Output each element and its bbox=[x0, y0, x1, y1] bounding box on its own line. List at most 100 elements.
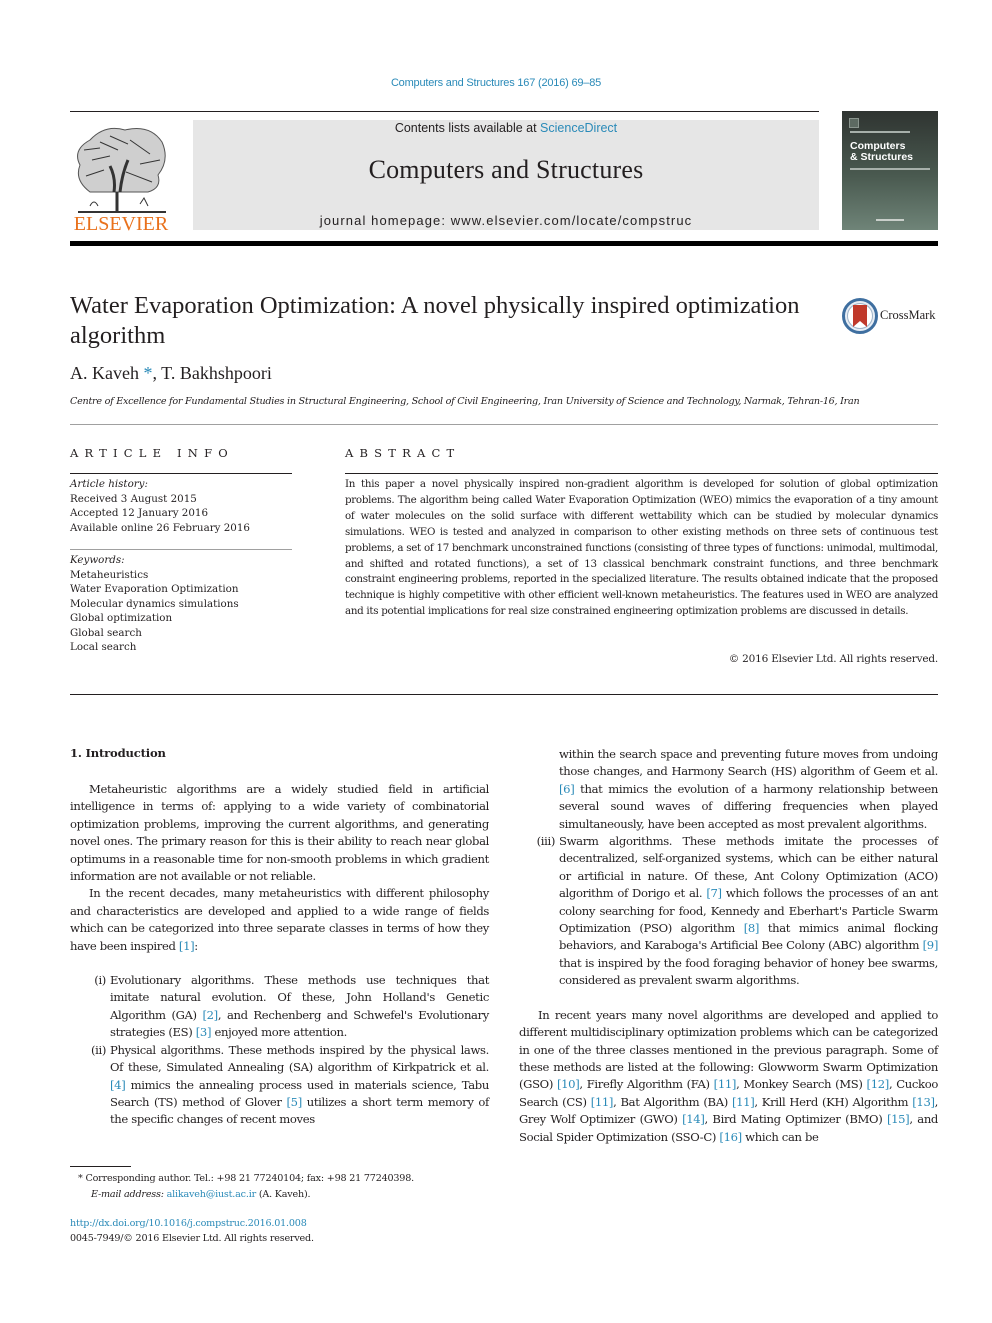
list-number: (ii) bbox=[90, 1042, 106, 1057]
email-link[interactable]: alikaveh@iust.ac.ir bbox=[167, 1189, 257, 1200]
text-segment: , Bird Mating Optimizer (BMO) bbox=[704, 1112, 887, 1127]
list-number: (iii) bbox=[536, 834, 556, 849]
keyword: Molecular dynamics simulations bbox=[70, 597, 239, 610]
contents-prefix: Contents lists available at bbox=[394, 121, 541, 135]
journal-homepage[interactable]: journal homepage: www.elsevier.com/locat… bbox=[193, 213, 819, 228]
divider bbox=[345, 473, 938, 474]
history-accepted: Accepted 12 January 2016 bbox=[70, 507, 209, 519]
issn-copyright: 0045-7949/© 2016 Elsevier Ltd. All right… bbox=[70, 1233, 314, 1244]
reference-link[interactable]: [9] bbox=[923, 938, 939, 952]
elsevier-tree-icon: ELSEVIER bbox=[74, 127, 169, 235]
article-info-heading: ARTICLE INFO bbox=[70, 446, 234, 460]
list-item-text: Swarm algorithms. These methods imitate … bbox=[559, 834, 938, 987]
doi-link[interactable]: http://dx.doi.org/10.1016/j.compstruc.20… bbox=[70, 1216, 314, 1231]
reference-link[interactable]: [4] bbox=[110, 1078, 126, 1092]
reference-link[interactable]: [2] bbox=[202, 1008, 218, 1022]
cover-logo-icon bbox=[849, 118, 859, 128]
reference-link[interactable]: [10] bbox=[557, 1077, 580, 1091]
divider bbox=[70, 694, 938, 695]
text-segment: , Krill Herd (KH) Algorithm bbox=[754, 1094, 913, 1109]
divider bbox=[70, 473, 292, 474]
paragraph: In recent years many novel algorithms ar… bbox=[519, 1007, 938, 1146]
cover-title-line2: & Structures bbox=[850, 151, 914, 163]
email-suffix: (A. Kaveh). bbox=[255, 1188, 311, 1200]
reference-link[interactable]: [15] bbox=[887, 1112, 910, 1126]
reference-link[interactable]: [14] bbox=[682, 1112, 705, 1126]
article-history: Article history: Received 3 August 2015 … bbox=[70, 477, 300, 535]
algorithm-class-list: (iii) Swarm algorithms. These methods imi… bbox=[519, 833, 939, 990]
keyword: Global optimization bbox=[70, 612, 173, 624]
list-item: (i) Evolutionary algorithms. These method… bbox=[70, 972, 489, 1042]
journal-cover-thumbnail[interactable]: Computers & Structures bbox=[842, 111, 938, 230]
cover-subtitle bbox=[850, 168, 930, 170]
reference-link[interactable]: [11] bbox=[591, 1095, 614, 1109]
list-item: (ii) Physical algorithms. These methods i… bbox=[70, 1042, 489, 1129]
keywords-label: Keywords: bbox=[70, 554, 125, 566]
list-item-text: within the search space and preventing f… bbox=[559, 747, 938, 831]
divider bbox=[70, 424, 938, 425]
reference-link[interactable]: [12] bbox=[867, 1077, 890, 1091]
journal-title[interactable]: Computers and Structures bbox=[193, 155, 819, 185]
keywords-list: Keywords: Metaheuristics Water Evaporati… bbox=[70, 553, 300, 655]
history-received: Received 3 August 2015 bbox=[70, 492, 197, 505]
keyword: Water Evaporation Optimization bbox=[70, 583, 239, 595]
header-top-rule bbox=[70, 111, 819, 112]
reference-link[interactable]: [11] bbox=[732, 1095, 755, 1109]
reference-link[interactable]: [5] bbox=[287, 1095, 303, 1109]
footnote-rule bbox=[70, 1166, 131, 1167]
journal-citation[interactable]: Computers and Structures 167 (2016) 69–8… bbox=[0, 77, 992, 89]
sciencedirect-link[interactable]: ScienceDirect bbox=[540, 121, 617, 135]
list-item-text: Physical algorithms. These methods inspi… bbox=[110, 1043, 489, 1127]
section-heading: 1. Introduction bbox=[70, 746, 166, 760]
reference-link[interactable]: [8] bbox=[744, 921, 760, 935]
reference-link[interactable]: [7] bbox=[706, 886, 722, 900]
history-label: Article history: bbox=[70, 478, 148, 490]
cover-publisher bbox=[876, 219, 904, 221]
author-list: A. Kaveh *, T. Bakhshpoori bbox=[70, 363, 272, 384]
article-title: Water Evaporation Optimization: A novel … bbox=[70, 292, 800, 349]
reference-link[interactable]: [3] bbox=[196, 1025, 212, 1039]
email-label: E-mail address: bbox=[91, 1188, 167, 1200]
reference-link[interactable]: [6] bbox=[559, 782, 575, 796]
paragraph-text: In recent years many novel algorithms ar… bbox=[519, 1008, 938, 1144]
elsevier-logo[interactable]: ELSEVIER bbox=[70, 120, 172, 235]
cover-title: Computers & Structures bbox=[850, 141, 913, 163]
list-number: (i) bbox=[94, 973, 106, 988]
text-segment: , Monkey Search (MS) bbox=[736, 1077, 867, 1092]
footnote-marker: * bbox=[78, 1173, 83, 1184]
text-segment: , Firefly Algorithm (FA) bbox=[579, 1077, 714, 1092]
doi-block: http://dx.doi.org/10.1016/j.compstruc.20… bbox=[70, 1216, 314, 1246]
text-segment: , Bat Algorithm (BA) bbox=[613, 1094, 732, 1109]
author-separator: , bbox=[152, 363, 162, 383]
reference-link[interactable]: [1] bbox=[179, 939, 195, 953]
divider bbox=[70, 549, 292, 550]
text-segment: which can be bbox=[741, 1129, 819, 1144]
crossmark-icon bbox=[842, 298, 878, 334]
paragraph-text: In the recent decades, many metaheuristi… bbox=[70, 886, 489, 953]
reference-link[interactable]: [13] bbox=[912, 1095, 935, 1109]
abstract-heading: ABSTRACT bbox=[345, 446, 461, 460]
contents-availability: Contents lists available at ScienceDirec… bbox=[193, 121, 819, 135]
cover-tagline bbox=[850, 131, 910, 133]
author-affiliation: Centre of Excellence for Fundamental Stu… bbox=[70, 396, 860, 407]
paragraph-text: : bbox=[194, 938, 198, 953]
text-segment: enjoyed more attention. bbox=[211, 1025, 347, 1040]
author-name[interactable]: T. Bakhshpoori bbox=[161, 363, 272, 383]
text-segment: that is inspired by the food foraging be… bbox=[559, 955, 938, 988]
list-item-text: Evolutionary algorithms. These methods u… bbox=[110, 973, 489, 1039]
abstract-text: In this paper a novel physically inspire… bbox=[345, 478, 938, 618]
footnote-text: Corresponding author. Tel.: +98 21 77240… bbox=[85, 1173, 414, 1184]
crossmark-label[interactable]: CrossMark bbox=[880, 308, 936, 323]
body-column-left: Metaheuristic algorithms are a widely st… bbox=[70, 781, 489, 1129]
reference-link[interactable]: [16] bbox=[719, 1130, 742, 1144]
author-name[interactable]: A. Kaveh bbox=[70, 363, 139, 383]
list-item: (iii) Swarm algorithms. These methods imi… bbox=[519, 833, 939, 990]
footnote: * Corresponding author. Tel.: +98 21 772… bbox=[78, 1171, 498, 1202]
keyword: Local search bbox=[70, 641, 137, 653]
body-column-right: within the search space and preventing f… bbox=[519, 746, 938, 1146]
algorithm-class-list: (i) Evolutionary algorithms. These method… bbox=[70, 972, 489, 1129]
text-segment: Physical algorithms. These methods inspi… bbox=[110, 1042, 489, 1075]
reference-link[interactable]: [11] bbox=[714, 1077, 737, 1091]
